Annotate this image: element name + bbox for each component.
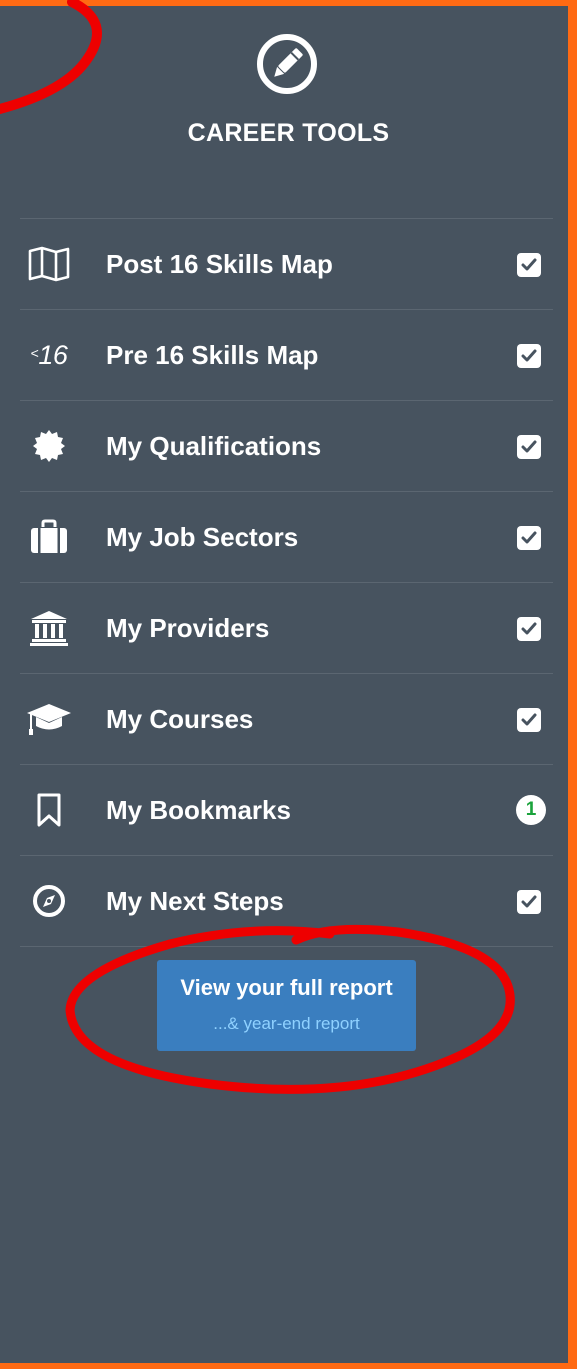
menu-item-my-qualifications[interactable]: My Qualifications <box>20 401 553 492</box>
compass-icon <box>24 881 74 921</box>
report-button-label: View your full report <box>180 975 393 1000</box>
menu-item-label: My Qualifications <box>106 431 322 461</box>
under-16-icon: <16 <box>30 339 68 370</box>
pencil-circle-icon <box>257 34 317 94</box>
menu-item-my-providers[interactable]: My Providers <box>20 583 553 674</box>
certificate-seal-icon <box>24 426 74 466</box>
view-full-report-button[interactable]: View your full report ...& year-end repo… <box>157 960 416 1051</box>
institution-building-icon <box>24 608 74 648</box>
career-tools-panel: CAREER TOOLS Post 16 Skills Map <16 Pre … <box>0 6 568 1363</box>
menu-item-label: Post 16 Skills Map <box>106 249 333 279</box>
checkmark-icon <box>517 344 541 368</box>
menu-item-my-next-steps[interactable]: My Next Steps <box>20 856 553 947</box>
menu-item-my-job-sectors[interactable]: My Job Sectors <box>20 492 553 583</box>
checkmark-icon <box>517 253 541 277</box>
career-tools-menu: Post 16 Skills Map <16 Pre 16 Skills Map… <box>20 218 553 947</box>
bookmark-icon <box>24 790 74 830</box>
checkmark-icon <box>517 435 541 459</box>
menu-item-label: My Job Sectors <box>106 522 299 552</box>
menu-item-label: My Next Steps <box>106 886 284 916</box>
bookmark-count-badge: 1 <box>516 795 546 825</box>
menu-item-label: My Providers <box>106 613 270 643</box>
graduation-cap-icon <box>24 699 74 739</box>
briefcase-icon <box>24 517 74 557</box>
checkmark-icon <box>517 890 541 914</box>
menu-item-label: My Bookmarks <box>106 795 291 825</box>
checkmark-icon <box>517 708 541 732</box>
folded-map-icon <box>24 244 74 284</box>
menu-item-my-bookmarks[interactable]: My Bookmarks 1 <box>20 765 553 856</box>
year-end-report-link[interactable]: ...& year-end report <box>157 1014 416 1034</box>
page-title: CAREER TOOLS <box>187 119 390 147</box>
menu-item-label: My Courses <box>106 704 254 734</box>
menu-item-my-courses[interactable]: My Courses <box>20 674 553 765</box>
menu-item-label: Pre 16 Skills Map <box>106 340 319 370</box>
menu-item-pre-16-skills-map[interactable]: <16 Pre 16 Skills Map <box>20 310 553 401</box>
menu-item-post-16-skills-map[interactable]: Post 16 Skills Map <box>20 219 553 310</box>
checkmark-icon <box>517 526 541 550</box>
checkmark-icon <box>517 617 541 641</box>
